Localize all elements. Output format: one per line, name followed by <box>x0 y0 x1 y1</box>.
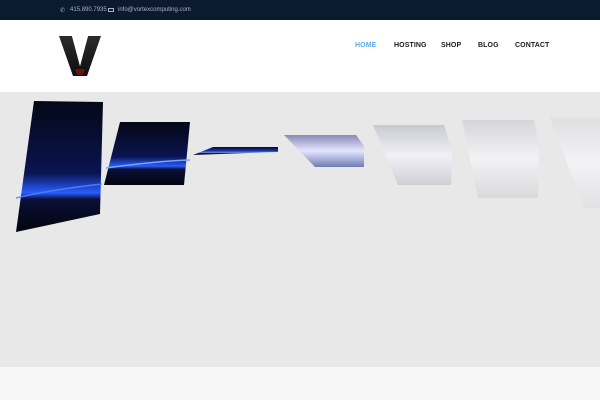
nav-blog[interactable]: BLOG <box>478 42 499 49</box>
slider-tile-3 <box>193 147 278 155</box>
envelope-icon <box>108 8 114 12</box>
email-address: info@vortexcomputing.com <box>118 7 191 13</box>
nav-contact[interactable]: CONTACT <box>515 42 549 49</box>
contact-phone[interactable]: ✆ 415.890.7935 <box>60 0 107 20</box>
main-nav: HOME HOSTING SHOP BLOG CONTACT <box>0 20 600 72</box>
slider-tile-4 <box>284 135 364 167</box>
content-area <box>0 367 600 400</box>
site-header: HOME HOSTING SHOP BLOG CONTACT <box>0 20 600 92</box>
slider-tiles <box>15 101 600 232</box>
nav-home[interactable]: HOME <box>355 42 376 49</box>
phone-icon: ✆ <box>60 7 66 14</box>
top-bar: ✆ 415.890.7935 info@vortexcomputing.com <box>0 0 600 20</box>
hero-slider[interactable] <box>0 92 600 367</box>
slider-tile-1 <box>15 101 103 232</box>
phone-number: 415.890.7935 <box>70 7 107 13</box>
contact-email[interactable]: info@vortexcomputing.com <box>108 0 191 20</box>
slider-tile-5 <box>373 125 452 185</box>
nav-shop[interactable]: SHOP <box>441 42 461 49</box>
slider-tile-7 <box>550 118 600 208</box>
nav-hosting[interactable]: HOSTING <box>394 42 427 49</box>
slider-tile-2 <box>104 122 191 185</box>
slider-tile-6 <box>462 120 539 198</box>
